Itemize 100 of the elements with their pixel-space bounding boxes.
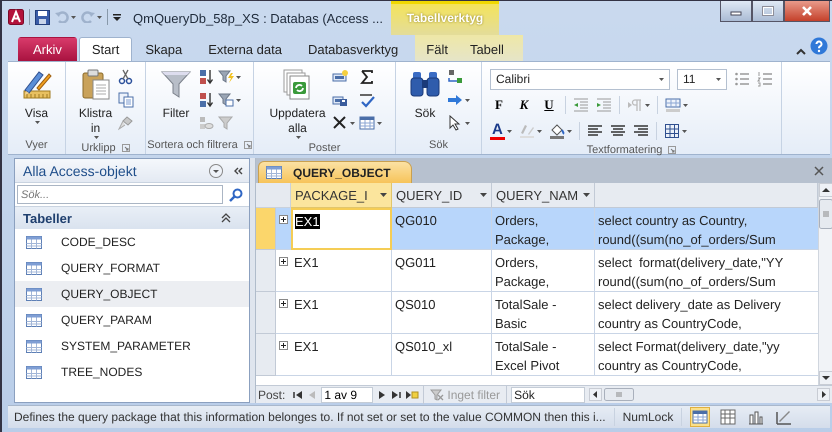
toggle-filter-icon[interactable] [218, 115, 234, 131]
app-logo-icon[interactable] [8, 9, 24, 25]
spelling-check-icon[interactable] [358, 92, 375, 108]
ribbon-tab[interactable]: Tabell [458, 37, 515, 61]
font-size-field[interactable]: 11 [677, 68, 727, 90]
format-button[interactable]: U [540, 97, 558, 113]
scroll-left-icon[interactable] [589, 388, 602, 401]
group-label: Sortera och filtrera [147, 139, 238, 151]
column-header-label: QUERY_ID [396, 188, 462, 202]
collapse-pane-icon[interactable] [233, 166, 243, 174]
go-to-arrow-icon[interactable] [447, 92, 463, 108]
table-list-item[interactable]: TREE_NODES [15, 359, 249, 385]
table-list-item[interactable]: QUERY_PARAM [15, 307, 249, 333]
table-list-item[interactable]: SYSTEM_PARAMETER [15, 333, 249, 359]
expand-plus-icon[interactable] [279, 215, 288, 224]
search-icon[interactable] [229, 188, 243, 202]
filter-button[interactable]: Filter [158, 66, 194, 136]
bullet-list-icon[interactable] [734, 71, 750, 87]
scroll-down-icon[interactable] [819, 371, 832, 385]
selection-filter-icon[interactable] [218, 69, 234, 85]
filter-options-icon[interactable] [218, 92, 234, 108]
table-cell: EX1 [294, 339, 319, 354]
scroll-up-icon[interactable] [819, 183, 832, 197]
vertical-scrollbar[interactable] [818, 183, 832, 385]
format-brush-icon[interactable] [118, 115, 134, 131]
expand-plus-icon[interactable] [279, 257, 288, 266]
column-header[interactable]: QUERY_ID [392, 183, 492, 208]
ribbon-tab[interactable]: Start [78, 37, 132, 61]
collapse-section-icon[interactable] [221, 213, 231, 223]
ribbon-tab[interactable]: Externa data [195, 37, 295, 61]
document-tab[interactable]: QUERY_OBJECT [258, 161, 412, 183]
align-center-icon[interactable] [610, 123, 626, 139]
collapse-ribbon-icon[interactable] [796, 47, 806, 55]
more-table-icon[interactable] [358, 115, 375, 131]
customize-menu-icon[interactable] [113, 13, 121, 21]
maximize-button[interactable] [752, 1, 784, 22]
dialog-launcher-icon[interactable] [122, 144, 130, 152]
table-list-item[interactable]: CODE_DESC [15, 229, 249, 255]
expand-plus-icon[interactable] [279, 299, 288, 308]
dropdown-arrow-icon[interactable] [380, 193, 387, 197]
ribbon-tab[interactable]: Skapa [132, 37, 196, 61]
table-list-item[interactable]: QUERY_OBJECT [15, 281, 249, 307]
ribbon-tab[interactable]: Databasverktyg [294, 37, 412, 61]
view-button[interactable]: Visa [18, 66, 54, 136]
copy-icon[interactable] [118, 92, 134, 108]
search-field[interactable]: Sök [511, 386, 586, 402]
pivot-chart-icon [748, 409, 764, 425]
close-button[interactable] [784, 1, 830, 22]
select-pointer-icon[interactable] [447, 115, 463, 131]
dialog-launcher-icon[interactable] [244, 141, 252, 149]
scroll-right-icon[interactable] [817, 388, 830, 401]
save-icon[interactable] [35, 10, 50, 24]
expand-plus-icon[interactable] [279, 341, 288, 350]
view-button[interactable] [718, 407, 738, 427]
view-button[interactable] [690, 407, 710, 427]
new-record-icon[interactable] [405, 390, 420, 400]
dropdown-arrow-icon[interactable] [480, 193, 487, 197]
format-button[interactable]: K [515, 97, 533, 113]
numbered-list-icon[interactable] [757, 71, 773, 87]
grid-borders-icon[interactable] [664, 123, 680, 139]
table-icon [25, 260, 43, 276]
close-icon[interactable] [814, 166, 824, 176]
gridlines-icon[interactable] [665, 97, 681, 113]
font-color-button[interactable]: A [490, 122, 505, 140]
align-right-icon[interactable] [632, 123, 649, 139]
align-left-icon[interactable] [586, 123, 603, 139]
scroll-thumb-icon[interactable] [819, 199, 832, 229]
find-button[interactable]: Sök [407, 66, 443, 136]
minimize-button[interactable] [720, 1, 752, 22]
table-cell: Orders, Package, [495, 213, 550, 247]
first-record-icon[interactable] [293, 390, 304, 400]
paste-button[interactable]: Klistra in [76, 66, 114, 141]
delete-icon[interactable] [332, 115, 348, 131]
ribbon-tab[interactable]: Fält [415, 37, 459, 61]
next-record-icon[interactable] [377, 390, 388, 400]
refresh-all-button[interactable]: Uppdatera alla [267, 66, 328, 141]
replace-icon[interactable] [447, 69, 463, 85]
record-position-field[interactable]: 1 av 9 [321, 386, 374, 402]
last-record-icon[interactable] [391, 390, 402, 400]
font-name-field[interactable]: Calibri [490, 68, 670, 90]
increase-indent-icon[interactable] [596, 97, 612, 113]
ribbon-tab[interactable]: Arkiv [18, 37, 77, 61]
decrease-indent-icon[interactable] [573, 97, 589, 113]
sort-ascending-icon[interactable] [198, 69, 214, 85]
dropdown-circle-icon[interactable] [209, 164, 223, 178]
sort-descending-icon[interactable] [198, 92, 214, 108]
horizontal-scrollbar[interactable] [589, 386, 832, 402]
dialog-launcher-icon[interactable] [668, 146, 676, 154]
table-list-item[interactable]: QUERY_FORMAT [15, 255, 249, 281]
dropdown-arrow-icon[interactable] [583, 193, 590, 197]
table-cell: QS010_xl [395, 339, 452, 354]
scroll-thumb-icon[interactable] [604, 388, 634, 401]
search-field[interactable]: Sök... [17, 185, 223, 204]
help-icon[interactable] [810, 37, 828, 55]
fill-bucket-icon[interactable] [548, 123, 565, 139]
scissors-icon[interactable] [118, 69, 134, 85]
column-header[interactable]: QUERY_NAM [492, 183, 595, 208]
sum-icon[interactable] [358, 69, 375, 85]
format-button[interactable]: F [490, 97, 508, 113]
column-header[interactable]: PACKAGE_I [291, 183, 392, 208]
